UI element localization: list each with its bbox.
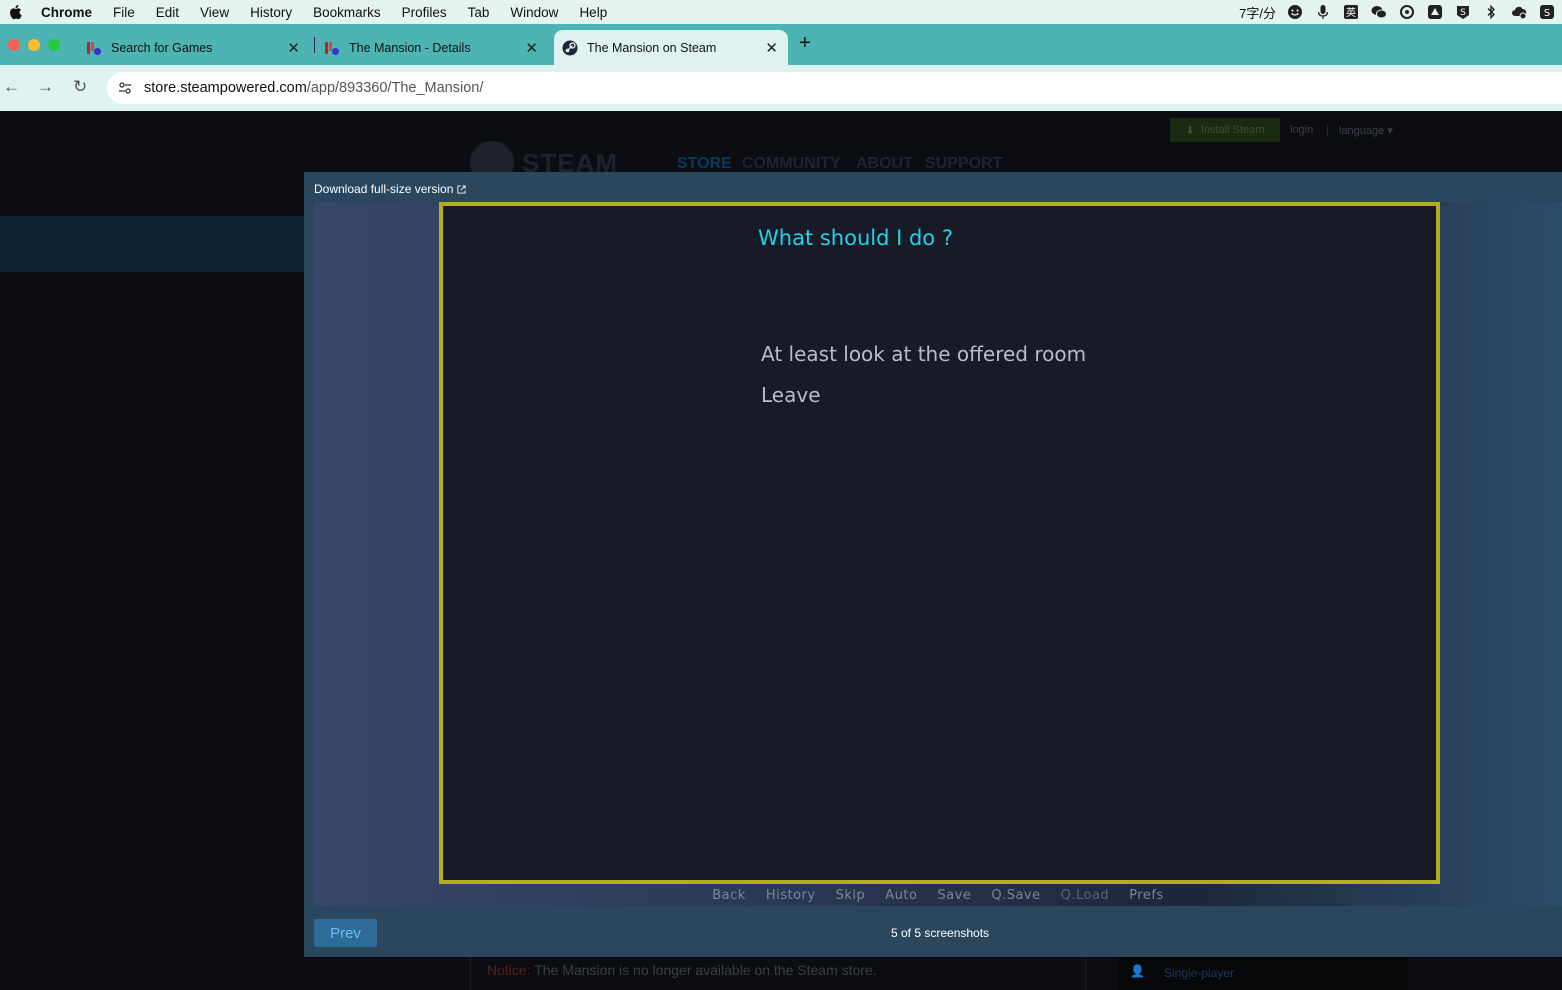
menu-bookmarks[interactable]: Bookmarks <box>313 5 381 20</box>
openai-icon[interactable] <box>1398 4 1416 20</box>
choice-leave[interactable]: Leave <box>761 383 821 407</box>
choice-question: What should I do ? <box>758 226 953 250</box>
menu-window[interactable]: Window <box>510 5 558 20</box>
tab-title: The Mansion on Steam <box>587 40 717 55</box>
menu-view[interactable]: View <box>200 5 229 20</box>
apple-logo-icon[interactable] <box>8 4 22 20</box>
nav-about[interactable]: ABOUT <box>856 155 913 173</box>
quick-menu-prefs[interactable]: Prefs <box>1129 888 1164 906</box>
macos-menu-bar: Chrome File Edit View History Bookmarks … <box>0 0 1562 24</box>
download-full-size-link[interactable]: Download full-size version <box>314 182 466 196</box>
drive-icon[interactable] <box>1426 4 1444 20</box>
quick-menu-qload[interactable]: Q.Load <box>1061 888 1110 906</box>
new-tab-icon[interactable]: + <box>799 32 811 55</box>
close-tab-icon[interactable]: ✕ <box>287 39 300 57</box>
tab-title: The Mansion - Details <box>349 40 471 55</box>
screenshot-modal: Download full-size version What should I… <box>304 172 1562 957</box>
browser-toolbar: ← → ↻ store.steampowered.com/app/893360/… <box>0 65 1562 111</box>
cloud-sync-icon[interactable] <box>1510 4 1528 20</box>
forward-arrow-icon[interactable]: → <box>37 77 54 97</box>
download-icon: ⬇ <box>1185 124 1195 137</box>
language-dropdown[interactable]: language ▾ <box>1339 124 1393 137</box>
close-window-icon[interactable] <box>8 39 20 51</box>
menu-edit[interactable]: Edit <box>156 5 179 20</box>
menu-help[interactable]: Help <box>579 5 607 20</box>
nav-store[interactable]: STORE <box>677 155 732 173</box>
wechat-icon[interactable] <box>1370 4 1388 20</box>
keyboard-input-icon[interactable]: 英 <box>1342 4 1360 20</box>
scrobble-icon[interactable]: S <box>1538 4 1556 20</box>
quick-menu-save[interactable]: Save <box>937 888 971 906</box>
url-text[interactable]: store.steampowered.com/app/893360/The_Ma… <box>144 80 483 96</box>
install-steam-button[interactable]: ⬇ Install Steam <box>1170 118 1280 142</box>
svg-text:英: 英 <box>1346 6 1356 19</box>
menu-profiles[interactable]: Profiles <box>402 5 447 20</box>
feature-label: Single-player <box>1164 966 1235 980</box>
s-app-icon[interactable]: S <box>1454 4 1472 20</box>
menu-file[interactable]: File <box>113 5 135 20</box>
tab-separator <box>314 37 315 53</box>
screenshot-count: 5 of 5 screenshots <box>891 926 990 940</box>
login-link[interactable]: login <box>1290 124 1313 136</box>
notice-text: The Mansion is no longer available on th… <box>534 962 877 978</box>
menu-history[interactable]: History <box>250 5 292 20</box>
quick-menu-history[interactable]: History <box>766 888 816 906</box>
notice-label: Notice: <box>487 962 531 978</box>
screenshot-image[interactable]: What should I do ? At least look at the … <box>314 202 1562 906</box>
menu-app-name[interactable]: Chrome <box>41 5 92 20</box>
quick-menu-auto[interactable]: Auto <box>885 888 917 906</box>
site-favicon-icon <box>86 40 102 56</box>
url-domain: store.steampowered.com <box>144 80 307 96</box>
status-area: 7字/分 英 S S <box>1239 0 1556 24</box>
page-banner <box>0 216 304 272</box>
tab-search-for-games[interactable]: Search for Games ✕ <box>86 30 310 65</box>
microphone-icon[interactable] <box>1314 4 1332 20</box>
steam-favicon-icon <box>562 40 578 56</box>
close-tab-icon[interactable]: ✕ <box>765 39 778 57</box>
dialog-frame: What should I do ? At least look at the … <box>439 202 1440 884</box>
nav-support[interactable]: SUPPORT <box>925 155 1002 173</box>
prev-button[interactable]: Prev <box>314 919 377 947</box>
menu-tab[interactable]: Tab <box>468 5 490 20</box>
browser-tab-strip: Search for Games ✕ The Mansion - Details… <box>0 24 1562 65</box>
site-settings-icon[interactable] <box>117 80 133 96</box>
install-steam-label: Install Steam <box>1200 124 1265 136</box>
back-arrow-icon[interactable]: ← <box>3 77 20 97</box>
tab-the-mansion-details[interactable]: The Mansion - Details ✕ <box>324 30 548 65</box>
svg-text:S: S <box>1544 8 1550 19</box>
minimize-window-icon[interactable] <box>28 39 40 51</box>
url-path: /app/893360/The_Mansion/ <box>306 80 484 96</box>
svg-text:S: S <box>1460 8 1466 18</box>
address-bar[interactable]: store.steampowered.com/app/893360/The_Ma… <box>107 72 1562 104</box>
input-method-indicator[interactable]: 7字/分 <box>1239 3 1276 22</box>
unavailable-notice: Notice: The Mansion is no longer availab… <box>470 956 1086 990</box>
quick-menu-skip[interactable]: Skip <box>836 888 866 906</box>
external-link-icon <box>457 184 466 194</box>
game-quick-menu: Back History Skip Auto Save Q.Save Q.Loa… <box>314 888 1562 906</box>
reload-icon[interactable]: ↻ <box>73 77 87 97</box>
tab-the-mansion-on-steam[interactable]: The Mansion on Steam ✕ <box>554 30 788 65</box>
feature-single-player[interactable]: 👤 Single-player <box>1118 956 1408 990</box>
nav-community[interactable]: COMMUNITY <box>742 155 841 173</box>
bluetooth-icon[interactable] <box>1482 4 1500 20</box>
tab-title: Search for Games <box>111 40 213 55</box>
download-label: Download full-size version <box>314 182 454 196</box>
choice-look-at-room[interactable]: At least look at the offered room <box>761 342 1086 366</box>
quick-menu-qsave[interactable]: Q.Save <box>991 888 1040 906</box>
maximize-window-icon[interactable] <box>48 39 60 51</box>
quick-menu-back[interactable]: Back <box>712 888 746 906</box>
user-icon: 👤 <box>1130 964 1145 978</box>
emoji-icon[interactable] <box>1286 4 1304 20</box>
language-label: language <box>1339 125 1385 137</box>
close-tab-icon[interactable]: ✕ <box>525 39 538 57</box>
header-separator: | <box>1326 124 1329 136</box>
site-favicon-icon <box>324 40 340 56</box>
